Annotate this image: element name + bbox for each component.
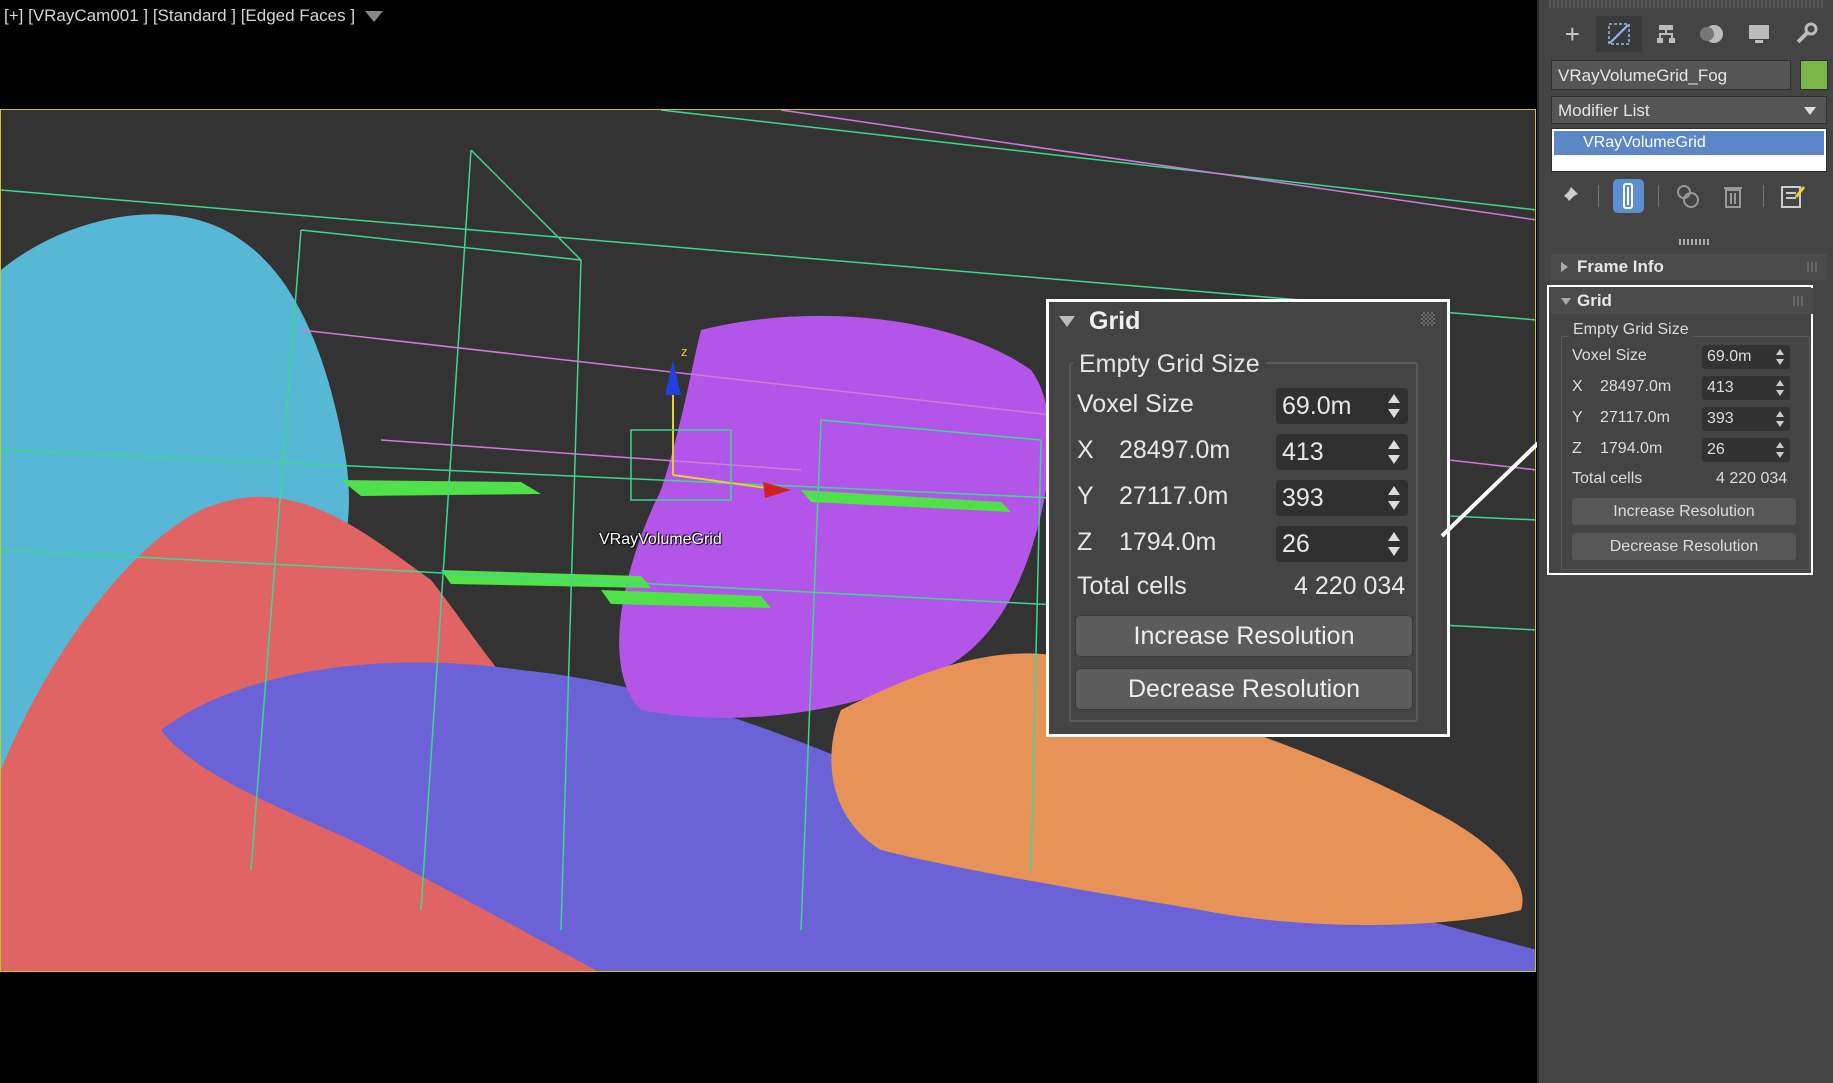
- show-end-result-icon[interactable]: [1612, 179, 1644, 213]
- display-icon[interactable]: [1736, 16, 1783, 52]
- zoom-title-row: Grid: [1049, 302, 1447, 340]
- zoom-x-label: X: [1077, 436, 1094, 464]
- z-cells-field[interactable]: 26: [1702, 438, 1790, 462]
- zoom-x-value: 413: [1282, 438, 1324, 466]
- total-cells-value: 4 220 034: [1716, 470, 1788, 487]
- zoom-z-label: Z: [1077, 528, 1093, 556]
- toolbar-separator: [1763, 185, 1764, 207]
- viewport-label[interactable]: [+] [VRayCam001 ] [Standard ] [Edged Fac…: [4, 6, 384, 26]
- modify-icon[interactable]: [1595, 16, 1643, 52]
- spinner-icon: [1388, 440, 1400, 464]
- panel-divider-grip[interactable]: [1679, 239, 1709, 245]
- svg-text:z: z: [681, 344, 688, 359]
- y-label: Y: [1572, 409, 1583, 426]
- zoom-y-label: Y: [1077, 482, 1094, 510]
- empty-grid-size-title: Empty Grid Size: [1569, 321, 1693, 339]
- frame-info-label: Frame Info: [1577, 257, 1664, 276]
- decrease-resolution-button[interactable]: Decrease Resolution: [1572, 533, 1796, 560]
- stack-toolbar: [1553, 178, 1823, 214]
- spinner-icon[interactable]: [1776, 380, 1784, 396]
- z-cells-value[interactable]: 26: [1707, 441, 1725, 458]
- toolbar-separator: [1598, 185, 1599, 207]
- grip-icon: [1807, 262, 1817, 272]
- motion-icon[interactable]: [1689, 16, 1736, 52]
- zoom-group-title: Empty Grid Size: [1073, 350, 1266, 379]
- object-color-swatch[interactable]: [1800, 60, 1828, 90]
- viewport-area[interactable]: [+] [VRayCam001 ] [Standard ] [Edged Fac…: [0, 0, 1560, 1083]
- zoom-z-size: 1794.0m: [1119, 528, 1217, 556]
- remove-modifier-icon[interactable]: [1718, 179, 1749, 213]
- z-size: 1794.0m: [1600, 440, 1663, 457]
- zoom-y-field: 393: [1276, 480, 1408, 516]
- voxel-size-field[interactable]: 69.0m: [1702, 345, 1790, 369]
- pin-stack-icon[interactable]: [1553, 179, 1584, 213]
- zoom-total-label: Total cells: [1077, 572, 1187, 600]
- viewport-label-text[interactable]: [+] [VRayCam001 ] [Standard ] [Edged Fac…: [4, 6, 355, 25]
- spinner-icon[interactable]: [1776, 349, 1784, 365]
- voxel-size-label: Voxel Size: [1572, 347, 1647, 364]
- grip-icon: [1421, 312, 1435, 326]
- x-size: 28497.0m: [1600, 378, 1672, 395]
- object-name-field[interactable]: VRayVolumeGrid_Fog: [1551, 60, 1791, 90]
- spinner-icon: [1388, 394, 1400, 418]
- spinner-icon[interactable]: [1776, 442, 1784, 458]
- grip-icon: [1793, 296, 1803, 306]
- create-icon[interactable]: +: [1549, 16, 1596, 52]
- zoom-title: Grid: [1089, 306, 1141, 335]
- x-row: X 28497.0m: [1572, 378, 1671, 396]
- rollout-expanded-icon: [1561, 298, 1571, 305]
- modifier-stack[interactable]: VRayVolumeGrid: [1551, 128, 1827, 172]
- zoom-voxel-label: Voxel Size: [1077, 390, 1194, 418]
- y-cells-value[interactable]: 393: [1707, 410, 1734, 427]
- increase-resolution-button[interactable]: Increase Resolution: [1572, 498, 1796, 525]
- zoom-x-size: 28497.0m: [1119, 436, 1231, 464]
- zoom-decrease-resolution-button: Decrease Resolution: [1075, 668, 1413, 710]
- filter-icon[interactable]: [365, 11, 384, 23]
- y-row: Y 27117.0m: [1572, 409, 1670, 427]
- command-panel-tabs: +: [1549, 16, 1829, 52]
- zoom-voxel-value: 69.0m: [1282, 392, 1352, 420]
- grid-label: Grid: [1577, 291, 1612, 310]
- zoom-grid-panel: Grid Empty Grid Size Voxel Size 69.0m X …: [1046, 299, 1450, 737]
- chevron-down-icon: [1804, 107, 1816, 115]
- voxel-size-value[interactable]: 69.0m: [1707, 348, 1751, 365]
- x-cells-field[interactable]: 413: [1702, 376, 1790, 400]
- frame-info-rollout[interactable]: Frame Info: [1551, 254, 1827, 280]
- panel-top-strip: [1549, 0, 1825, 8]
- z-row: Z 1794.0m: [1572, 440, 1662, 458]
- toolbar-separator: [1658, 185, 1659, 207]
- modifier-stack-item[interactable]: VRayVolumeGrid: [1554, 131, 1824, 155]
- zoom-y-size: 27117.0m: [1119, 482, 1229, 510]
- zoom-z-value: 26: [1282, 530, 1310, 558]
- utilities-icon[interactable]: [1782, 16, 1829, 52]
- rollout-collapsed-icon: [1561, 262, 1568, 272]
- zoom-x-row: X 28497.0m: [1077, 436, 1230, 465]
- scene-object-label[interactable]: VRayVolumeGrid: [599, 531, 722, 549]
- spinner-icon: [1388, 532, 1400, 556]
- zoom-y-row: Y 27117.0m: [1077, 482, 1228, 511]
- spinner-icon[interactable]: [1776, 411, 1784, 427]
- make-unique-icon[interactable]: [1673, 179, 1704, 213]
- hierarchy-icon[interactable]: [1642, 16, 1689, 52]
- zoom-increase-resolution-button: Increase Resolution: [1075, 615, 1413, 657]
- command-panel: + VRayVolumeGrid_Fog Modifier List VRayV…: [1537, 0, 1833, 1083]
- z-label: Z: [1572, 440, 1582, 457]
- zoom-y-value: 393: [1282, 484, 1324, 512]
- total-cells-label: Total cells: [1572, 470, 1643, 487]
- zoom-x-field: 413: [1276, 434, 1408, 470]
- zoom-voxel-field: 69.0m: [1276, 388, 1408, 424]
- modifier-list-label: Modifier List: [1558, 101, 1650, 120]
- zoom-z-row: Z 1794.0m: [1077, 528, 1216, 557]
- zoom-total-value: 4 220 034: [1294, 572, 1406, 600]
- spinner-icon: [1388, 486, 1400, 510]
- rollout-expanded-icon: [1059, 315, 1075, 327]
- grid-rollout[interactable]: Grid: [1551, 288, 1813, 314]
- x-cells-value[interactable]: 413: [1707, 379, 1734, 396]
- zoom-z-field: 26: [1276, 526, 1408, 562]
- x-label: X: [1572, 378, 1583, 395]
- y-cells-field[interactable]: 393: [1702, 407, 1790, 431]
- modifier-list-dropdown[interactable]: Modifier List: [1551, 96, 1827, 124]
- configure-sets-icon[interactable]: [1778, 179, 1809, 213]
- y-size: 27117.0m: [1600, 409, 1670, 426]
